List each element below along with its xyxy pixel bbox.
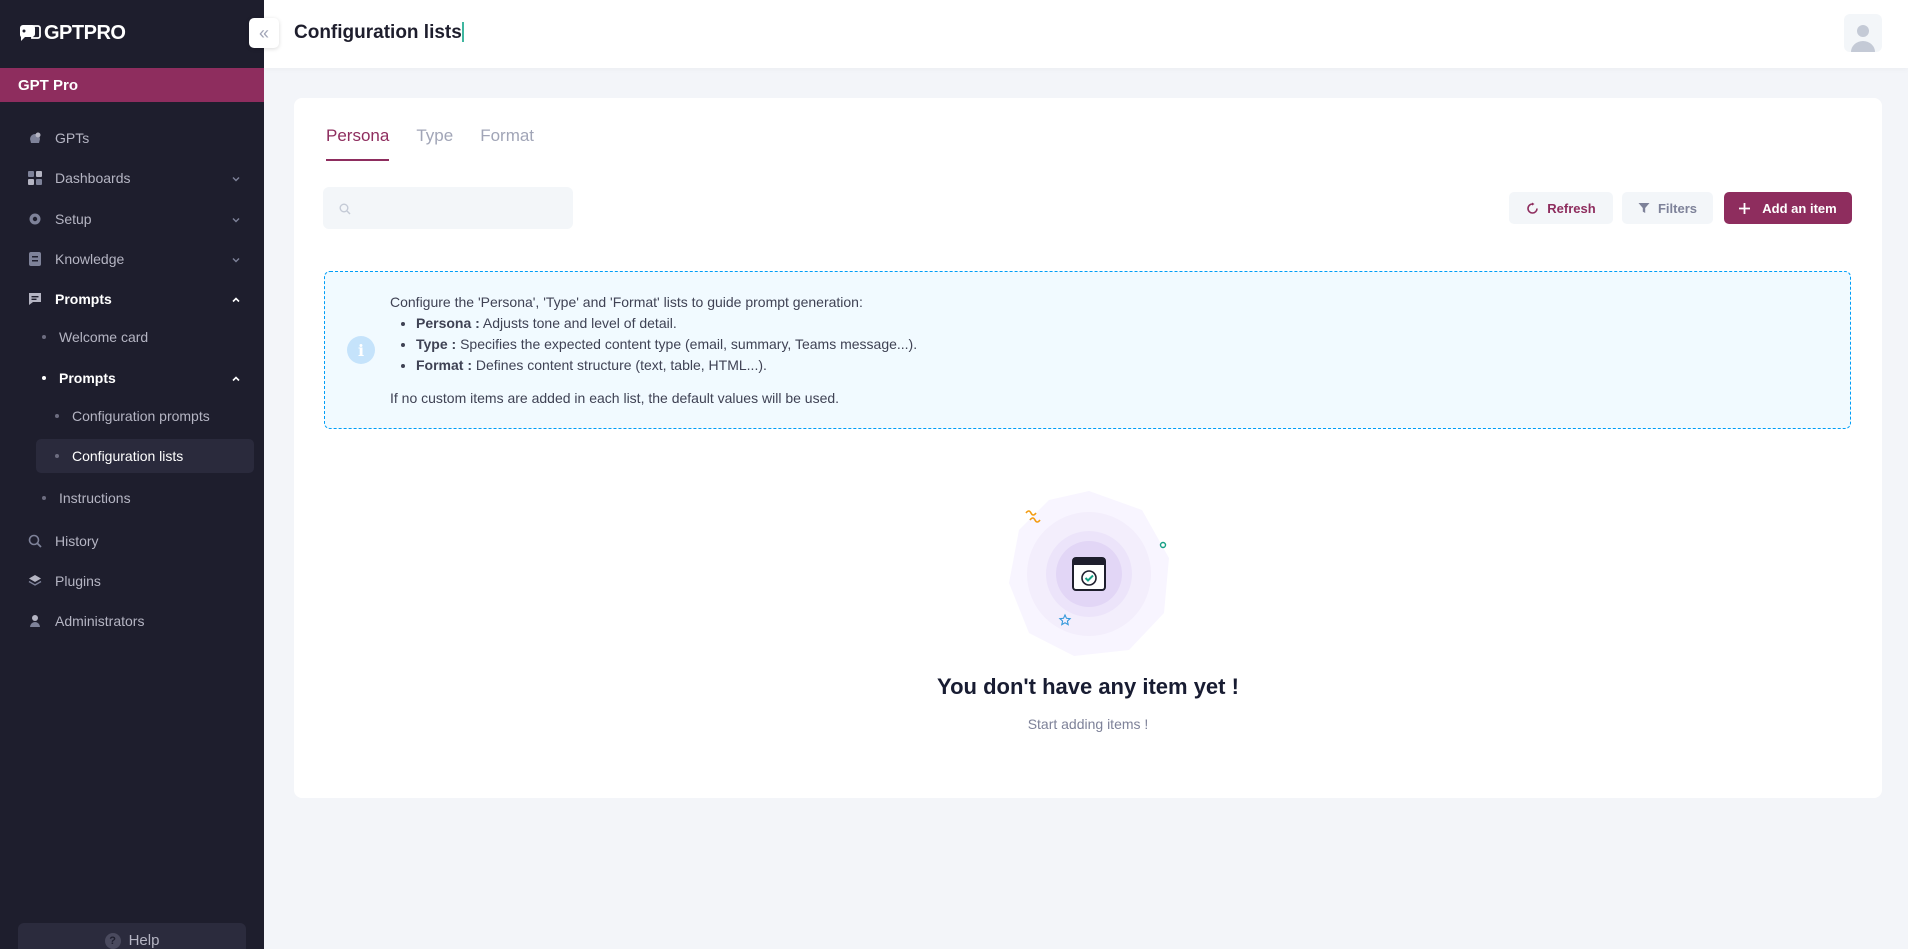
chat-icon [28,292,42,306]
info-list: Persona : Adjusts tone and level of deta… [390,313,917,376]
refresh-label: Refresh [1547,200,1596,216]
filters-button[interactable]: Filters [1622,192,1713,224]
empty-state-illustration [1009,491,1169,656]
plus-icon [1739,202,1751,214]
chevron-up-icon [230,293,242,305]
info-icon: i [347,336,375,364]
bullet-icon [42,376,46,380]
bullet-icon [55,414,59,418]
layers-icon [28,574,42,588]
list-item: Type : Specifies the expected content ty… [416,334,917,355]
gpts-icon [28,131,42,145]
sidebar-item-administrators[interactable]: Administrators [0,603,264,639]
bullet-icon [55,454,59,458]
avatar-user-icon [1851,25,1875,52]
dashboard-icon [28,171,42,185]
filter-icon [1638,202,1650,214]
help-button[interactable]: ? Help [18,923,246,949]
info-term: Persona : [416,315,480,331]
question-icon: ? [104,933,121,949]
page-title: Configuration lists [294,22,462,43]
search-icon [339,202,351,215]
tab-format[interactable]: Format [480,126,534,162]
logo-icon [18,22,42,44]
info-term: Type : [416,336,457,352]
help-label: Help [128,932,160,949]
sidebar-item-label: Prompts [55,291,112,307]
empty-state-subtitle: Start adding items ! [1027,716,1149,732]
sidebar-item-label: Instructions [59,490,131,506]
sidebar-item-history[interactable]: History [0,523,264,559]
info-term: Format : [416,357,472,373]
chevron-down-icon [230,253,242,265]
info-notice: i Configure the 'Persona', 'Type' and 'F… [324,271,1851,429]
user-icon [28,614,42,628]
list-item: Persona : Adjusts tone and level of deta… [416,313,917,334]
info-desc: Adjusts tone and level of detail. [479,315,677,331]
chevron-up-icon [230,372,242,388]
gear-icon [28,212,42,226]
collapse-sidebar-button[interactable]: « [249,18,279,48]
workspace-name: GPT Pro [0,68,264,102]
sidebar-item-plugins[interactable]: Plugins [0,563,264,599]
filters-label: Filters [1657,200,1697,216]
top-header: Configuration lists [264,0,1908,68]
search-input[interactable] [363,187,563,229]
user-avatar[interactable] [1844,14,1882,52]
list-tabs: Persona Type Format [326,126,561,162]
add-item-button[interactable]: Add an item [1724,192,1852,224]
add-item-label: Add an item [1762,200,1837,216]
sidebar-item-label: Configuration lists [72,448,184,464]
refresh-icon [1526,202,1539,215]
sidebar-item-dashboards[interactable]: Dashboards [0,160,264,196]
refresh-button[interactable]: Refresh [1509,192,1613,224]
sidebar-item-label: Welcome card [59,329,149,345]
info-text: Configure the 'Persona', 'Type' and 'For… [390,292,917,409]
sidebar-item-label: Setup [55,211,92,227]
sidebar-item-label: Administrators [55,613,145,629]
history-icon [28,534,42,548]
sidebar-item-knowledge[interactable]: Knowledge [0,241,264,277]
sidebar-item-configuration-lists[interactable]: Configuration lists [36,439,254,473]
sidebar-item-configuration-prompts[interactable]: Configuration prompts [36,399,254,433]
info-intro: Configure the 'Persona', 'Type' and 'For… [390,294,863,310]
sidebar-item-label: History [55,533,99,549]
app-brand: GPTPRO [44,21,126,44]
title-divider [462,22,464,42]
sidebar-item-prompts[interactable]: Prompts [0,281,264,317]
bullet-icon [42,335,46,339]
info-desc: Defines content structure (text, table, … [472,357,767,373]
info-footer: If no custom items are added in each lis… [390,390,840,406]
sidebar-item-instructions[interactable]: Instructions [36,481,254,515]
bullet-icon [42,496,46,500]
document-icon [28,252,42,266]
sidebar-item-label: Prompts [59,370,116,386]
search-box [323,187,573,229]
sidebar-item-prompts-sub[interactable]: Prompts [36,361,254,395]
sidebar-item-label: Dashboards [55,170,131,186]
tab-type[interactable]: Type [416,126,453,162]
tab-persona[interactable]: Persona [326,126,390,162]
empty-state-title: You don't have any item yet ! [937,674,1239,699]
sidebar-item-label: GPTs [55,130,90,146]
sidebar-item-gpts[interactable]: GPTs [0,120,264,156]
list-item: Format : Defines content structure (text… [416,355,917,376]
sidebar-item-label: Plugins [55,573,101,589]
chevron-down-icon [230,213,242,225]
main-card: Persona Type Format Refresh Filters Add … [294,98,1882,798]
sidebar-item-label: Knowledge [55,251,125,267]
double-chevron-left-icon: « [258,22,269,43]
sidebar-item-label: Configuration prompts [72,408,210,424]
sidebar-item-welcome-card[interactable]: Welcome card [36,320,254,354]
app-logo[interactable]: GPTPRO [18,18,126,48]
chevron-down-icon [230,172,242,184]
sidebar-item-setup[interactable]: Setup [0,201,264,237]
sidebar: GPTPRO « GPT Pro GPTs Dashboards Setup K… [0,0,279,949]
info-desc: Specifies the expected content type (ema… [456,336,918,352]
